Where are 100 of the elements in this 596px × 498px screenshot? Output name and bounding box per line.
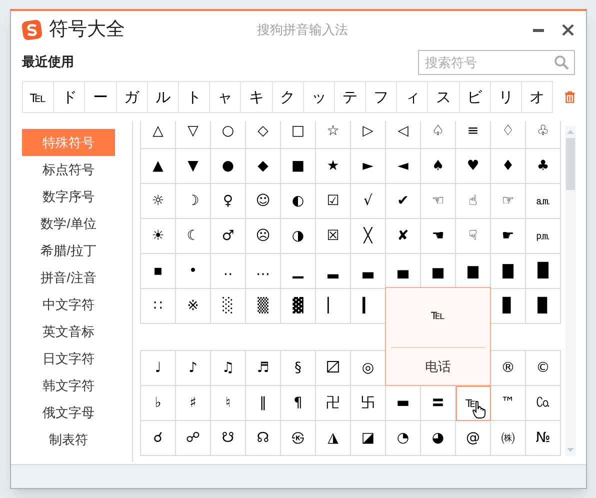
symbol-cell[interactable]: ☌ [141,421,176,456]
symbol-cell[interactable]: ☞ [491,184,526,219]
symbol-cell[interactable]: … [246,254,281,289]
symbol-cell[interactable]: ☼ [141,184,176,219]
symbol-cell[interactable]: ◕ [421,421,456,456]
symbol-cell[interactable]: ☺ [246,184,281,219]
symbol-cell[interactable]: ◇ [246,121,281,149]
symbol-cell[interactable]: □ [281,121,316,149]
minimize-icon[interactable] [533,28,544,32]
symbol-cell[interactable]: ▷ [351,121,386,149]
symbol-cell[interactable]: ◔ [386,421,421,456]
symbol-cell[interactable]: ㏂ [526,184,561,219]
symbol-cell[interactable]: ☊ [246,421,281,456]
symbol-cell[interactable]: ▃ [351,254,386,289]
symbol-cell[interactable]: ♧ [526,121,561,149]
category-tab[interactable]: 制表符 [22,426,115,453]
symbol-cell[interactable]: ♭ [141,386,176,421]
symbol-cell[interactable]: ‥ [211,254,246,289]
symbol-cell[interactable]: █ [526,254,561,289]
symbol-cell[interactable]: ‖ [246,386,281,421]
symbol-cell[interactable]: ▪ [141,254,176,289]
symbol-cell[interactable]: ☀ [141,219,176,254]
trash-icon[interactable] [565,90,575,104]
symbol-cell[interactable]: ♤ [421,121,456,149]
symbol-cell[interactable]: ♫ [211,351,246,386]
symbol-cell[interactable]: ㉿ [281,421,316,456]
symbol-cell[interactable]: ▒ [246,289,281,324]
search-icon[interactable] [554,54,569,70]
symbol-cell[interactable]: ◪ [351,421,386,456]
symbol-cell[interactable]: ✔ [386,184,421,219]
symbol-cell[interactable]: ▇ [491,254,526,289]
symbol-cell[interactable]: ☜ [421,184,456,219]
symbol-cell[interactable]: ♥ [456,149,491,184]
symbol-cell[interactable]: ○ [211,121,246,149]
symbol-cell[interactable]: ☋ [211,421,246,456]
symbol-cell[interactable]: ☍ [176,421,211,456]
symbol-cell[interactable]: ▲ [141,149,176,184]
symbol-cell[interactable]: 卍 [316,386,351,421]
symbol-cell[interactable]: ♢ [491,121,526,149]
symbol-cell[interactable]: ◮ [316,421,351,456]
symbol-cell[interactable]: ♣ [526,149,561,184]
symbol-cell[interactable]: ☆ [316,121,351,149]
symbol-cell[interactable]: ■ [281,149,316,184]
symbol-cell[interactable]: ◄ [386,149,421,184]
symbol-cell[interactable]: ☚ [421,219,456,254]
symbol-cell[interactable]: ☝ [456,184,491,219]
scroll-up-icon[interactable] [566,128,575,136]
symbol-cell[interactable]: ▂ [316,254,351,289]
symbol-cell[interactable]: ╳ [351,219,386,254]
symbol-cell[interactable]: ∷ [141,289,176,324]
symbol-cell[interactable]: © [526,351,561,386]
symbol-cell[interactable]: ≡ [456,121,491,149]
search-field[interactable]: 搜索符号 [418,50,575,74]
symbol-cell[interactable]: ★ [316,149,351,184]
symbol-cell[interactable]: ▁ [281,254,316,289]
symbol-cell[interactable]: ☾ [176,219,211,254]
symbol-cell[interactable]: ✘ [386,219,421,254]
symbol-cell[interactable]: ♠ [421,149,456,184]
symbol-cell[interactable]: ☛ [491,219,526,254]
category-tab[interactable]: 数学/单位 [22,210,115,237]
symbol-cell[interactable]: 〼 [316,351,351,386]
symbol-cell[interactable]: ◑ [281,219,316,254]
symbol-cell[interactable]: ㈱ [491,421,526,456]
symbol-cell[interactable]: ¶ [281,386,316,421]
symbol-cell[interactable]: ♂ [211,219,246,254]
symbol-cell[interactable]: ♯ [176,386,211,421]
symbol-cell[interactable]: ㏇ [526,386,561,421]
category-tab[interactable]: 英文音标 [22,318,115,345]
category-tab[interactable]: 中文字符 [22,291,115,318]
symbol-cell[interactable]: 卐 [351,386,386,421]
symbol-cell[interactable]: ♪ [176,351,211,386]
category-tab[interactable]: 数字序号 [22,183,115,210]
category-tab[interactable]: 日文字符 [22,345,115,372]
category-tab[interactable]: 标点符号 [22,156,115,183]
symbol-cell[interactable]: ▉ [526,289,561,324]
symbol-cell[interactable]: △ [141,121,176,149]
symbol-cell[interactable]: ☑ [316,184,351,219]
symbol-cell[interactable]: ☽ [176,184,211,219]
symbol-cell[interactable]: ▼ [176,149,211,184]
symbol-cell[interactable]: ▽ [176,121,211,149]
category-tab[interactable]: 俄文字母 [22,399,115,426]
symbol-cell[interactable]: ♦ [491,149,526,184]
close-icon[interactable] [562,24,574,36]
symbol-cell[interactable]: ◆ [246,149,281,184]
symbol-cell[interactable]: § [281,351,316,386]
symbol-cell[interactable]: ▓ [281,289,316,324]
symbol-cell[interactable]: № [526,421,561,456]
category-tab[interactable]: 拼音/注音 [22,264,115,291]
symbol-cell[interactable]: ♬ [246,351,281,386]
symbol-cell[interactable]: ► [351,149,386,184]
symbol-cell[interactable]: ♀ [211,184,246,219]
symbol-cell[interactable]: ♮ [211,386,246,421]
symbol-cell[interactable]: ◁ [386,121,421,149]
symbol-cell[interactable]: • [176,254,211,289]
symbol-cell[interactable]: ░ [211,289,246,324]
symbol-cell[interactable]: @ [456,421,491,456]
symbol-cell[interactable]: ♩ [141,351,176,386]
scrollbar[interactable] [565,126,576,456]
scroll-down-icon[interactable] [566,446,575,454]
category-tab[interactable]: 希腊/拉丁 [22,237,115,264]
